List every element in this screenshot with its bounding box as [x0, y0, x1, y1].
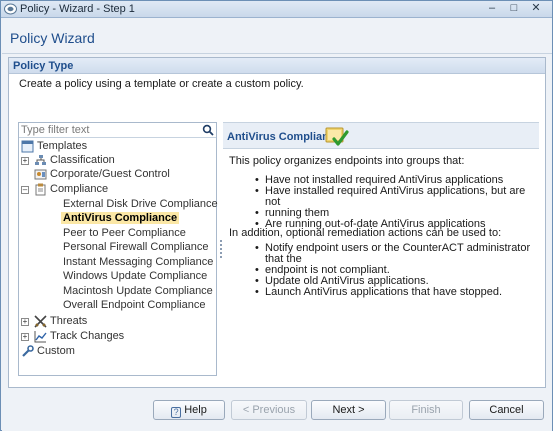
app-logo-icon	[4, 3, 17, 15]
expand-toggle-icon[interactable]: +	[21, 157, 29, 165]
filter-input[interactable]	[19, 123, 202, 137]
filter-box	[19, 123, 216, 138]
templates-icon	[21, 140, 34, 153]
wrench-icon	[22, 345, 34, 357]
tree-label: Instant Messaging Compliance	[63, 256, 214, 268]
track-changes-icon	[34, 331, 47, 343]
tree-label: Compliance	[50, 183, 109, 195]
help-icon: ?	[171, 407, 182, 418]
compliance-icon	[35, 183, 46, 196]
tree-label: Templates	[37, 140, 88, 152]
policy-type-panel: Policy Type Create a policy using a temp…	[8, 57, 546, 388]
threats-icon	[34, 315, 47, 328]
template-tree-pane: Templates + Classification	[18, 122, 218, 376]
tree-label: Corporate/Guest Control	[50, 168, 170, 180]
template-detail-pane: AntiVirus Compliance This policy organiz…	[223, 122, 539, 376]
classification-icon	[35, 155, 46, 165]
tree-label: External Disk Drive Compliance	[63, 198, 218, 210]
cancel-button[interactable]: Cancel	[469, 400, 544, 420]
tree-label: Custom	[37, 345, 75, 357]
antivirus-check-icon	[325, 127, 349, 146]
remediation-intro: In addition, optional remediation action…	[229, 227, 502, 239]
collapse-toggle-icon[interactable]: –	[21, 186, 29, 194]
tree-label: Overall Endpoint Compliance	[63, 299, 206, 311]
close-button[interactable]: ✕	[523, 2, 549, 16]
section-title: Policy Type	[13, 60, 74, 72]
finish-button[interactable]: Finish	[389, 400, 463, 420]
tree-label: Classification	[50, 154, 115, 166]
action-list: Notify endpoint users or the CounterACT …	[255, 243, 537, 299]
detail-header: AntiVirus Compliance	[223, 122, 539, 149]
expand-toggle-icon[interactable]: +	[21, 333, 29, 341]
previous-button[interactable]: < Previous	[231, 400, 307, 420]
tree-label-selected: AntiVirus Compliance	[61, 212, 180, 224]
wizard-window: Policy - Wizard - Step 1 – □ ✕ Policy Wi…	[0, 0, 553, 431]
tree-label: Track Changes	[50, 330, 125, 342]
tree-label: Personal Firewall Compliance	[63, 241, 209, 253]
help-button[interactable]: ? Help	[153, 400, 225, 420]
wizard-title: Policy Wizard	[10, 30, 95, 46]
detail-title: AntiVirus Compliance	[227, 131, 342, 143]
minimize-button[interactable]: –	[482, 2, 502, 16]
title-bar[interactable]: Policy - Wizard - Step 1 – □ ✕	[1, 1, 552, 18]
tree-label: Peer to Peer Compliance	[63, 227, 186, 239]
detail-intro: This policy organizes endpoints into gro…	[229, 155, 465, 167]
maximize-button[interactable]: □	[504, 2, 524, 16]
corporate-guest-icon	[34, 169, 47, 180]
section-description: Create a policy using a template or crea…	[19, 78, 304, 90]
tree-label: Windows Update Compliance	[63, 270, 208, 282]
window-title: Policy - Wizard - Step 1	[20, 3, 135, 15]
list-item: Notify endpoint users or the CounterACT …	[255, 243, 537, 265]
tree-label: Macintosh Update Compliance	[63, 285, 213, 297]
list-item: Have installed required AntiVirus applic…	[255, 186, 535, 208]
expand-toggle-icon[interactable]: +	[21, 318, 29, 326]
group-list: Have not installed required AntiVirus ap…	[255, 175, 535, 231]
wizard-footer: ? Help < Previous Next > Finish Cancel	[2, 391, 552, 431]
search-icon[interactable]	[202, 124, 214, 136]
list-item: Launch AntiVirus applications that have …	[255, 287, 537, 299]
tree-label: Threats	[50, 315, 88, 327]
next-button[interactable]: Next >	[311, 400, 386, 420]
help-label: Help	[184, 404, 207, 416]
wizard-header: Policy Wizard	[2, 19, 552, 54]
section-header: Policy Type	[9, 58, 545, 74]
